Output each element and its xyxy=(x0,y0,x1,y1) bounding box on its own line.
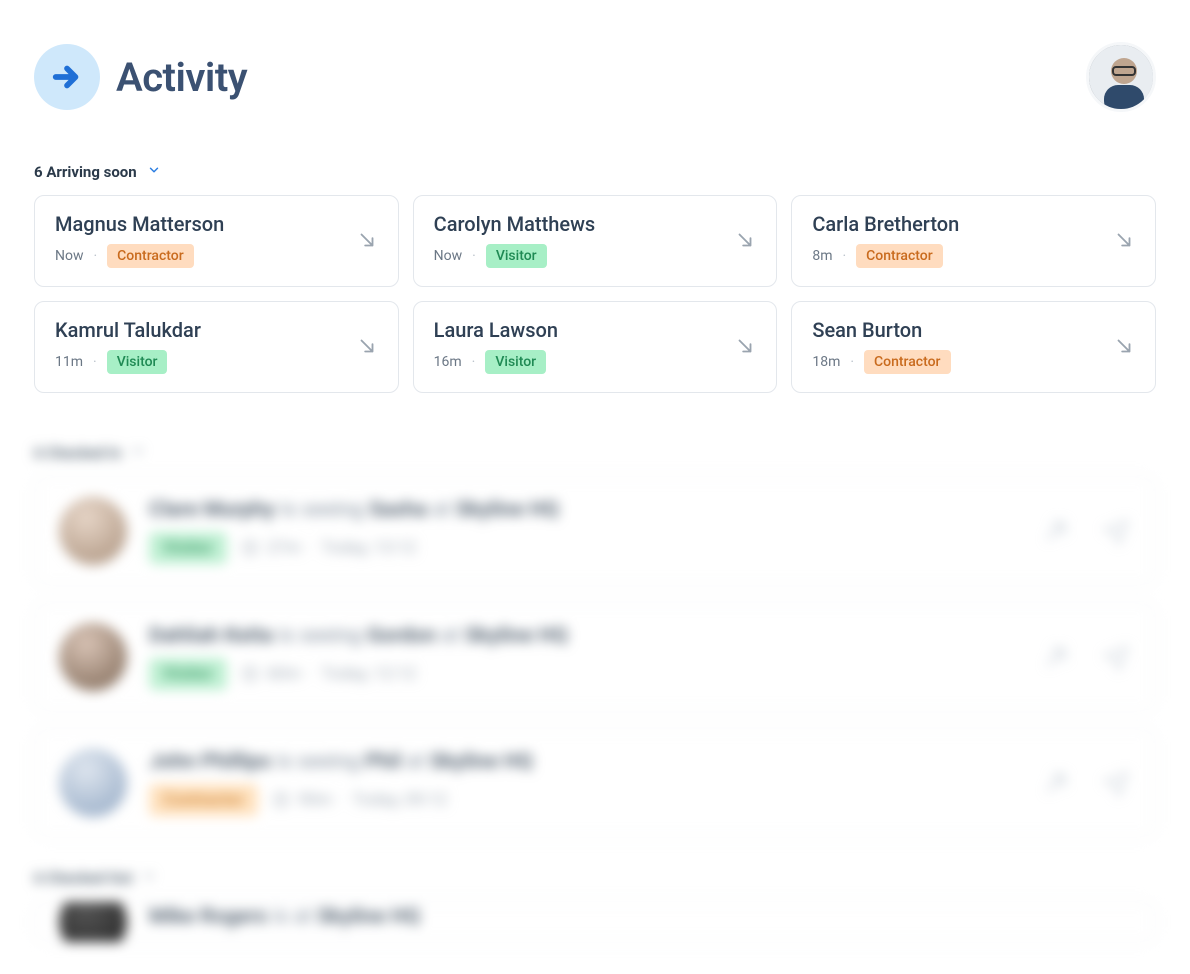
checked-out-label: 6 Checked Out xyxy=(34,869,132,887)
arriving-card[interactable]: Carla Bretherton 8m · Contractor xyxy=(791,195,1156,287)
person-avatar xyxy=(59,749,127,817)
arriving-section-label: 6 Arriving soon xyxy=(34,163,137,181)
arrow-in-icon xyxy=(734,229,756,251)
send-icon xyxy=(1101,642,1131,672)
checked-in-row: John Phillips is seeing Phil at Skyline … xyxy=(34,728,1156,838)
send-icon xyxy=(1101,516,1131,546)
arriving-card-name: Carolyn Matthews xyxy=(434,212,596,236)
tag-contractor: Contractor xyxy=(864,350,951,374)
arrow-in-icon xyxy=(1113,335,1135,357)
arriving-card[interactable]: Magnus Matterson Now · Contractor xyxy=(34,195,399,287)
arrow-in-icon xyxy=(356,335,378,357)
separator-dot: · xyxy=(472,354,476,370)
arriving-card-name: Carla Bretherton xyxy=(812,212,959,236)
checkout-icon xyxy=(1041,768,1071,798)
checked-in-section-blurred: 6 Checked In Clare Murphy is seeing Sash… xyxy=(34,443,1156,838)
arriving-card[interactable]: Kamrul Talukdar 11m · Visitor xyxy=(34,301,399,393)
arriving-card-name: Laura Lawson xyxy=(434,318,558,342)
user-avatar[interactable] xyxy=(1086,42,1156,112)
tag-visitor: Visitor xyxy=(485,350,546,374)
checked-out-section-blurred: 6 Checked Out Mike Rogers is at Skyline … xyxy=(34,868,1156,943)
separator-dot: · xyxy=(93,354,97,370)
chevron-down-icon xyxy=(142,868,156,887)
arrow-in-icon xyxy=(1113,229,1135,251)
tag-visitor: Visitor xyxy=(107,350,168,374)
page-header: Activity xyxy=(34,42,1156,112)
arrow-in-icon xyxy=(734,335,756,357)
arriving-card-name: Kamrul Talukdar xyxy=(55,318,201,342)
checked-in-row: Dahliah Keita is seeing Gordon at Skylin… xyxy=(34,602,1156,712)
arriving-grid: Magnus Matterson Now · Contractor Caroly… xyxy=(34,195,1156,393)
tag-visitor: Visitor xyxy=(486,244,547,268)
app-logo-icon xyxy=(34,44,100,110)
checked-in-row: Clare Murphy is seeing Sasha at Skyline … xyxy=(34,476,1156,586)
tag-contractor: Contractor xyxy=(107,244,194,268)
arriving-card-time: 11m xyxy=(55,354,83,370)
arrow-in-icon xyxy=(356,229,378,251)
checked-out-row: Mike Rogers is at Skyline HQ xyxy=(34,901,1156,943)
chevron-down-icon xyxy=(131,443,145,462)
tag-contractor: Contractor xyxy=(149,784,258,816)
arriving-card-name: Magnus Matterson xyxy=(55,212,224,236)
person-avatar xyxy=(59,623,127,691)
checkout-icon xyxy=(1041,516,1071,546)
checkout-icon xyxy=(1041,642,1071,672)
arriving-card[interactable]: Carolyn Matthews Now · Visitor xyxy=(413,195,778,287)
send-icon xyxy=(1101,768,1131,798)
person-avatar xyxy=(59,901,127,943)
arriving-card-time: Now xyxy=(55,248,84,264)
arriving-card-time: 8m xyxy=(812,248,832,264)
arriving-card-time: 16m xyxy=(434,354,462,370)
tag-visitor: Visitor xyxy=(149,658,227,690)
separator-dot: · xyxy=(850,354,854,370)
checked-in-label: 6 Checked In xyxy=(34,444,121,462)
arriving-card[interactable]: Laura Lawson 16m · Visitor xyxy=(413,301,778,393)
person-avatar xyxy=(59,497,127,565)
arriving-card-time: 18m xyxy=(812,354,840,370)
tag-contractor: Contractor xyxy=(856,244,943,268)
arriving-card-name: Sean Burton xyxy=(812,318,950,342)
chevron-down-icon xyxy=(147,162,161,181)
arriving-card[interactable]: Sean Burton 18m · Contractor xyxy=(791,301,1156,393)
arriving-section-header[interactable]: 6 Arriving soon xyxy=(34,162,1156,181)
arriving-card-time: Now xyxy=(434,248,463,264)
separator-dot: · xyxy=(842,248,846,264)
tag-visitor: Visitor xyxy=(149,532,227,564)
separator-dot: · xyxy=(472,248,476,264)
separator-dot: · xyxy=(94,248,98,264)
page-title: Activity xyxy=(116,54,247,101)
